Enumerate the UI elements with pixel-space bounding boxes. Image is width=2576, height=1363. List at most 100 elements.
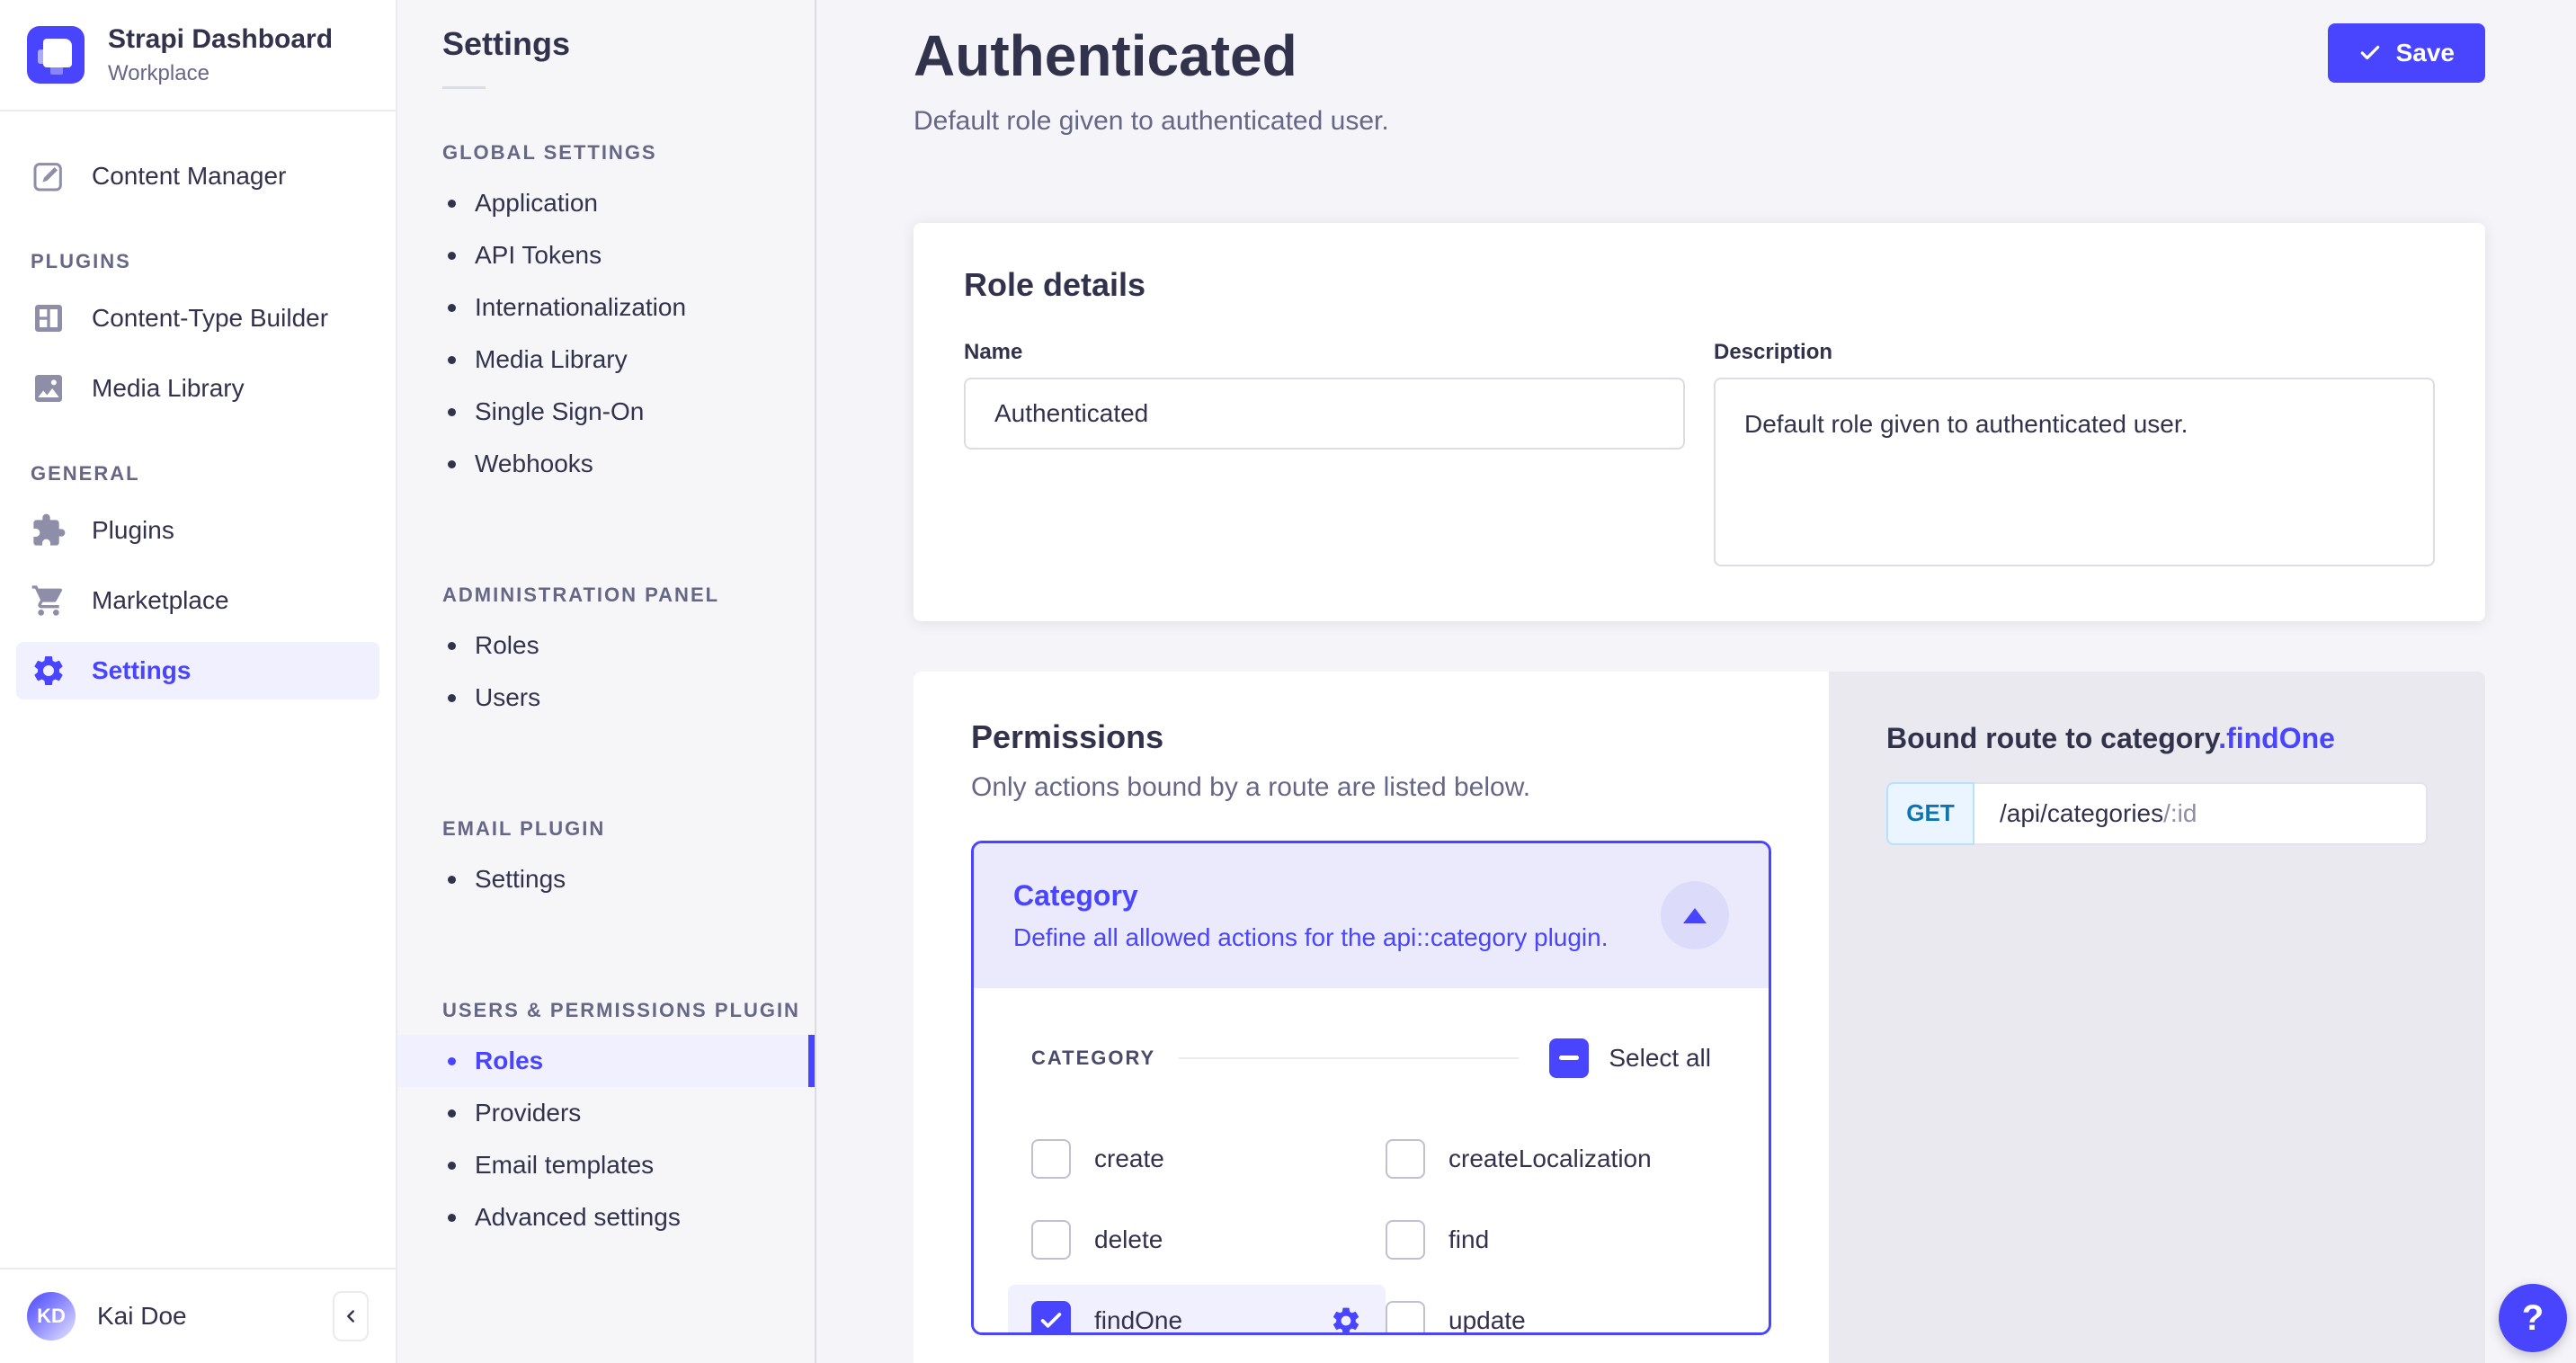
permissions-subtitle: Only actions bound by a route are listed… [971, 772, 1771, 803]
sidebar-item-plugins[interactable]: Plugins [16, 502, 379, 559]
create-checkbox[interactable] [1031, 1139, 1071, 1179]
http-method-badge: GET [1886, 782, 1974, 845]
image-icon [31, 370, 67, 406]
subnav-section-administration-panel: ADMINISTRATION PANEL [442, 584, 815, 607]
subnav-item-single-sign-on[interactable]: Single Sign-On [397, 386, 815, 438]
subnav-item-application[interactable]: Application [397, 177, 815, 229]
description-label: Description [1714, 340, 2435, 365]
save-button[interactable]: Save [2328, 23, 2485, 83]
select-all-control[interactable]: Select all [1549, 1038, 1711, 1078]
cart-icon [31, 583, 67, 619]
help-button[interactable]: ? [2499, 1284, 2567, 1352]
subnav-item-label: Email templates [475, 1151, 654, 1180]
collapse-sidebar-button[interactable] [333, 1291, 369, 1341]
action-label: find [1448, 1225, 1489, 1254]
sidebar-item-content-manager[interactable]: Content Manager [16, 147, 379, 205]
subnav-item-label: Settings [475, 865, 566, 894]
sidebar-item-label: Content Manager [92, 162, 286, 191]
check-icon [2358, 41, 2382, 65]
action-label: findOne [1094, 1306, 1182, 1335]
name-input[interactable] [964, 378, 1685, 450]
bullet-icon [448, 356, 456, 364]
user-name: Kai Doe [97, 1302, 187, 1331]
divider [1179, 1057, 1519, 1059]
subnav-item-providers[interactable]: Providers [397, 1087, 815, 1139]
bound-route-prefix: Bound route to [1886, 722, 2100, 754]
action-row-create: create [1008, 1123, 1386, 1195]
subnav-item-advanced-settings[interactable]: Advanced settings [397, 1191, 815, 1243]
puzzle-icon [31, 512, 67, 548]
bound-route-title: Bound route to category.findOne [1886, 722, 2428, 755]
findone-checkbox[interactable] [1031, 1301, 1071, 1335]
bullet-icon [448, 1057, 456, 1065]
subnav-item-label: Application [475, 189, 598, 218]
sidebar-item-content-type-builder[interactable]: Content-Type Builder [16, 290, 379, 347]
bullet-icon [448, 1162, 456, 1170]
subnav-item-api-tokens[interactable]: API Tokens [397, 229, 815, 281]
layout-icon [31, 300, 67, 336]
brand[interactable]: Strapi Dashboard Workplace [0, 0, 396, 110]
strapi-logo-icon [27, 26, 85, 84]
sidebar-item-label: Content-Type Builder [92, 304, 328, 333]
subnav-section-global-settings: GLOBAL SETTINGS [442, 141, 815, 165]
action-label: update [1448, 1306, 1526, 1335]
check-icon [1038, 1308, 1064, 1333]
save-button-label: Save [2396, 39, 2455, 67]
route-path-param: /:id [2163, 799, 2197, 828]
brand-text: Strapi Dashboard Workplace [108, 23, 333, 86]
action-settings-gear-icon[interactable] [1330, 1305, 1362, 1335]
bound-route-action: .findOne [2218, 722, 2335, 754]
bullet-icon [448, 252, 456, 260]
find-checkbox[interactable] [1386, 1220, 1425, 1260]
bullet-icon [448, 876, 456, 884]
sidebar-item-marketplace[interactable]: Marketplace [16, 572, 379, 629]
description-textarea[interactable]: Default role given to authenticated user… [1714, 378, 2435, 566]
subnav-item-media-library[interactable]: Media Library [397, 334, 815, 386]
brand-title: Strapi Dashboard [108, 23, 333, 56]
subnav-item-email-settings[interactable]: Settings [397, 853, 815, 905]
page-subtitle: Default role given to authenticated user… [914, 106, 1389, 137]
name-label: Name [964, 340, 1685, 365]
select-all-label: Select all [1609, 1044, 1711, 1073]
gear-icon [31, 653, 67, 689]
sidebar-section-plugins: PLUGINS [31, 250, 379, 273]
chevron-left-icon [341, 1306, 361, 1326]
subnav-item-admin-users[interactable]: Users [397, 672, 815, 724]
subnav-item-email-templates[interactable]: Email templates [397, 1139, 815, 1191]
subnav-item-admin-roles[interactable]: Roles [397, 619, 815, 672]
main-content: Authenticated Default role given to auth… [816, 0, 2576, 1363]
category-accordion-header[interactable]: Category Define all allowed actions for … [974, 843, 1769, 988]
sidebar-item-media-library[interactable]: Media Library [16, 360, 379, 417]
bullet-icon [448, 1109, 456, 1118]
subnav-item-up-roles[interactable]: Roles [397, 1035, 815, 1087]
category-accordion-body: CATEGORY Select all create [974, 988, 1769, 1335]
accordion-title: Category [1013, 879, 1609, 913]
role-details-fields: Name Description Default role given to a… [964, 340, 2435, 571]
subnav-item-webhooks[interactable]: Webhooks [397, 438, 815, 490]
subnav-item-label: Roles [475, 1047, 543, 1075]
avatar[interactable]: KD [27, 1292, 76, 1341]
action-label: create [1094, 1145, 1164, 1173]
role-details-heading: Role details [964, 266, 2435, 304]
update-checkbox[interactable] [1386, 1301, 1425, 1335]
subnav-item-label: Advanced settings [475, 1203, 681, 1232]
subnav-item-label: Internationalization [475, 293, 686, 322]
delete-checkbox[interactable] [1031, 1220, 1071, 1260]
brand-subtitle: Workplace [108, 61, 333, 86]
sidebar-item-settings[interactable]: Settings [16, 642, 379, 699]
permissions-section: Permissions Only actions bound by a rout… [914, 672, 2485, 1363]
createlocalization-checkbox[interactable] [1386, 1139, 1425, 1179]
sidebar-section-general: GENERAL [31, 462, 379, 486]
subnav-item-internationalization[interactable]: Internationalization [397, 281, 815, 334]
action-row-createlocalization: createLocalization [1362, 1123, 1711, 1195]
action-label: createLocalization [1448, 1145, 1652, 1173]
subnav-item-label: Webhooks [475, 450, 593, 478]
subnav-item-label: Providers [475, 1099, 581, 1127]
accordion-description: Define all allowed actions for the api::… [1013, 923, 1609, 952]
bullet-icon [448, 200, 456, 208]
collapse-accordion-button[interactable] [1661, 881, 1729, 949]
route-bar: GET /api/categories/:id [1886, 782, 2428, 845]
action-row-update: update [1362, 1285, 1711, 1335]
select-all-checkbox[interactable] [1549, 1038, 1589, 1078]
sidebar-nav: Content Manager PLUGINS Content-Type Bui… [0, 111, 396, 1268]
